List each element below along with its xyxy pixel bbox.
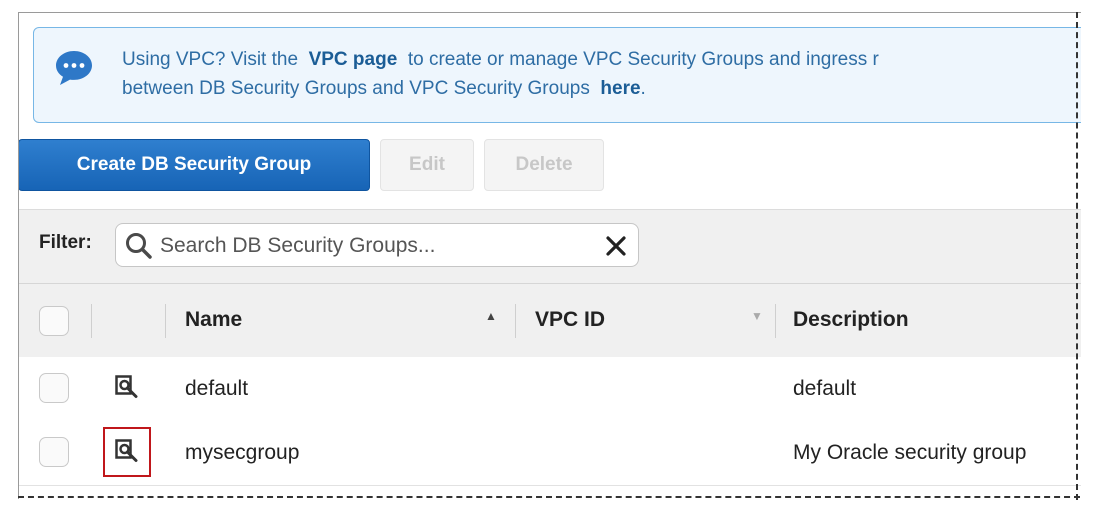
row-name: mysecgroup bbox=[185, 441, 300, 464]
details-icon[interactable] bbox=[115, 375, 139, 399]
row-description: My Oracle security group bbox=[793, 441, 1027, 464]
create-db-security-group-button[interactable]: Create DB Security Group bbox=[19, 139, 370, 191]
search-input[interactable] bbox=[158, 224, 592, 268]
column-divider bbox=[775, 304, 776, 338]
row-checkbox[interactable] bbox=[39, 437, 69, 467]
vpc-page-link[interactable]: VPC page bbox=[309, 49, 398, 70]
row-description: default bbox=[793, 377, 857, 400]
chat-bubble-icon bbox=[56, 51, 92, 85]
delete-button[interactable]: Delete bbox=[484, 139, 604, 191]
here-link[interactable]: here bbox=[600, 78, 640, 99]
edit-button[interactable]: Edit bbox=[380, 139, 474, 191]
info-line2: between DB Security Groups and VPC Secur… bbox=[122, 78, 590, 99]
row-checkbox[interactable] bbox=[39, 373, 69, 403]
column-header-description[interactable]: Description bbox=[793, 308, 909, 332]
search-icon bbox=[126, 233, 152, 259]
column-divider bbox=[91, 304, 92, 338]
column-header-name[interactable]: Name bbox=[185, 308, 242, 332]
torn-edge-bottom bbox=[18, 496, 1080, 504]
vpc-info-banner: Using VPC? Visit the VPC page to create … bbox=[33, 27, 1081, 123]
sort-desc-icon[interactable]: ▼ bbox=[751, 309, 763, 323]
row-name: default bbox=[185, 377, 249, 400]
table-header: Name ▲ VPC ID ▼ Description bbox=[19, 283, 1081, 359]
column-divider bbox=[165, 304, 166, 338]
info-middle: to create or manage VPC Security Groups … bbox=[407, 49, 879, 70]
filter-label: Filter: bbox=[39, 232, 92, 253]
info-banner-text: Using VPC? Visit the VPC page to create … bbox=[122, 45, 879, 103]
highlight-box bbox=[103, 427, 151, 477]
filter-bar: Filter: bbox=[19, 209, 1081, 284]
clear-icon[interactable] bbox=[604, 234, 628, 258]
select-all-checkbox[interactable] bbox=[39, 306, 69, 336]
search-box bbox=[115, 223, 639, 268]
info-suffix: . bbox=[640, 78, 646, 99]
sort-asc-icon[interactable]: ▲ bbox=[485, 309, 497, 323]
table-row[interactable]: mysecgroup My Oracle security group bbox=[19, 421, 1081, 486]
column-header-vpc-id[interactable]: VPC ID bbox=[535, 308, 605, 332]
column-divider bbox=[515, 304, 516, 338]
table-row[interactable]: default default bbox=[19, 357, 1081, 422]
torn-edge-right bbox=[1076, 12, 1084, 500]
rds-security-groups-panel: Using VPC? Visit the VPC page to create … bbox=[18, 12, 1081, 499]
info-prefix: Using VPC? Visit the bbox=[122, 49, 299, 70]
